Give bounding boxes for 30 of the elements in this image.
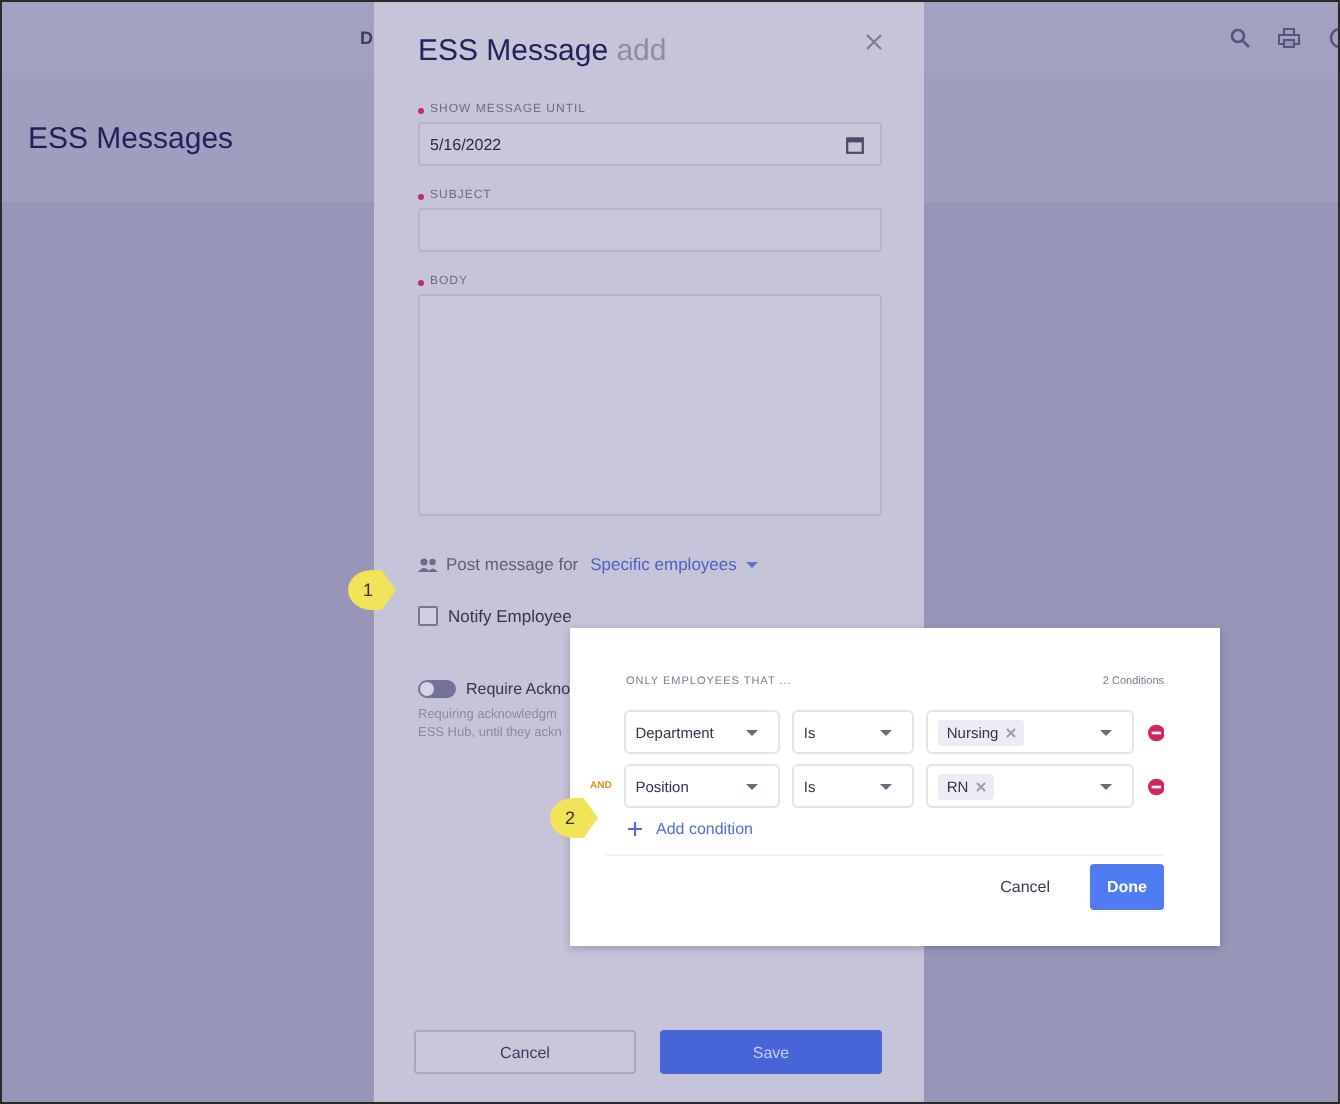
add-condition-link[interactable]: Add condition	[628, 819, 753, 837]
toggle-switch[interactable]	[418, 679, 456, 697]
close-icon[interactable]	[866, 34, 882, 50]
calendar-icon[interactable]	[846, 135, 864, 153]
done-button[interactable]: Done	[1090, 864, 1164, 910]
nav-link[interactable]: D	[360, 28, 373, 48]
caret-icon	[878, 781, 895, 791]
cancel-button[interactable]: Cancel	[414, 1030, 636, 1074]
printer-icon[interactable]	[1278, 28, 1300, 48]
checkbox[interactable]	[418, 606, 438, 626]
toggle-label: Require Ackno	[466, 679, 571, 697]
caret-icon	[743, 781, 760, 791]
modal-title: ESS Message add	[418, 34, 667, 68]
caret-icon	[878, 727, 895, 737]
caret-icon	[1097, 727, 1114, 737]
remove-icon[interactable]	[1006, 727, 1017, 737]
date-field[interactable]: 5/16/2022	[418, 122, 882, 166]
checkbox-label: Notify Employee	[448, 606, 572, 626]
cancel-button[interactable]: Cancel	[988, 864, 1062, 910]
remove-condition-icon[interactable]	[1147, 723, 1164, 741]
caret-icon	[744, 559, 761, 569]
audience-label: Post message for	[446, 554, 579, 574]
remove-icon[interactable]	[976, 781, 987, 791]
people-icon	[418, 557, 438, 571]
plus-icon	[628, 821, 642, 835]
caret-icon	[743, 727, 760, 737]
search-icon[interactable]	[1230, 28, 1250, 48]
remove-condition-icon[interactable]	[1147, 777, 1164, 795]
caret-icon	[1097, 781, 1114, 791]
page-title: ESS Messages	[28, 121, 234, 155]
